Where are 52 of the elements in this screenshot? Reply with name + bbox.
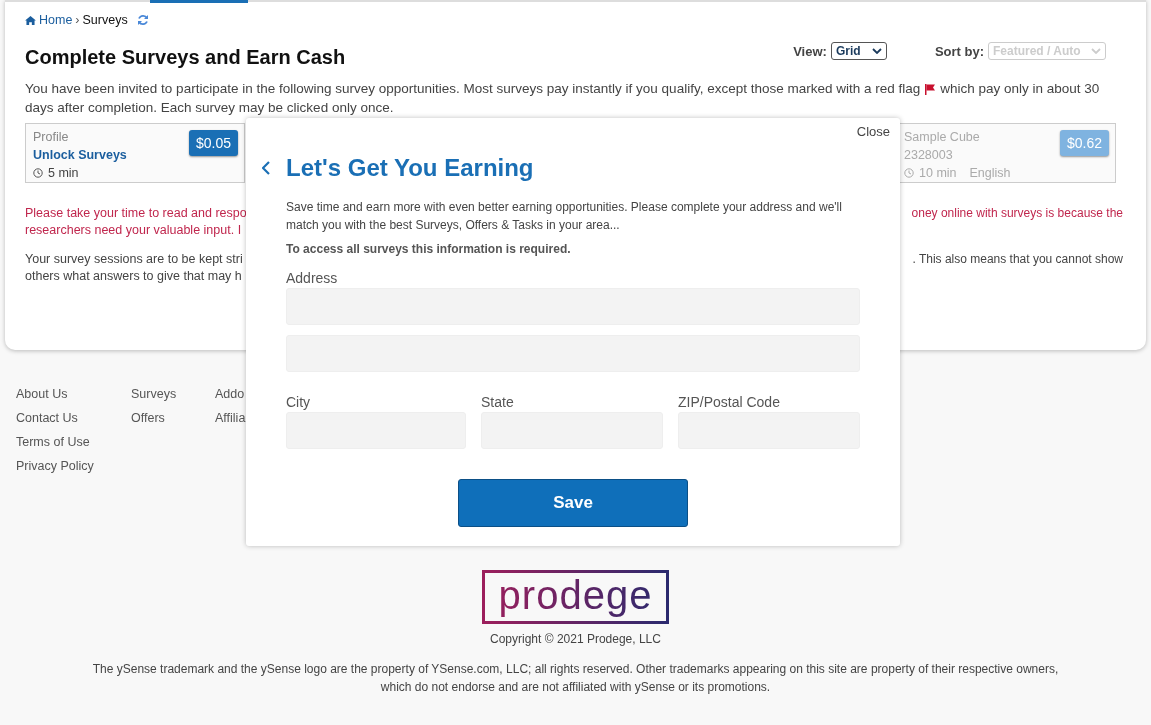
notice-text: others what answers to give that may h <box>25 268 243 285</box>
notice-text: researchers need your valuable input. I <box>25 222 243 239</box>
sort-label: Sort by: <box>934 43 984 59</box>
save-button[interactable]: Save <box>458 479 688 527</box>
dialog-description: Save time and earn more with even better earning opportunities. Please complete your address and we'll match you with the best Surveys, Offers & Tasks in your area... <box>286 199 843 234</box>
back-icon[interactable] <box>262 161 270 175</box>
page-title: Complete Surveys and Earn Cash <box>25 46 346 69</box>
price-badge: $0.05 <box>188 130 238 156</box>
notice-text: oney online with surveys is because the <box>911 205 1123 222</box>
refresh-icon[interactable] <box>136 14 149 26</box>
field-label: Address <box>286 270 339 286</box>
survey-category: Sample Cube <box>904 130 981 144</box>
logo: prodege <box>481 570 670 624</box>
survey-duration: 10 min <box>919 166 957 180</box>
dialog-title: Let's Get You Earning <box>286 154 534 182</box>
notice-text: Please take your time to read and respo <box>25 205 247 222</box>
footer-link[interactable]: Surveys <box>131 386 215 403</box>
footer-link[interactable]: Contact Us <box>16 410 131 427</box>
field-label: State <box>481 394 515 410</box>
breadcrumb-link[interactable]: Home <box>39 13 73 27</box>
breadcrumb-separator: › <box>75 13 80 27</box>
trademark-text: The ySense trademark and the ySense logo are the property of YSense.com, LLC; all rights reserved. Other trademarks appearing on this site are property of their respective owners, which do not endorse and are not affiliated with ySense or its promotions. <box>91 661 1060 696</box>
required-note: To access all surveys this information is required. <box>286 242 572 256</box>
survey-title: Unlock Surveys <box>33 148 127 162</box>
flag-icon <box>924 82 937 95</box>
caret-icon <box>871 48 882 54</box>
survey-category: Profile <box>33 130 70 144</box>
clock-icon <box>904 168 914 178</box>
footer-link[interactable]: Terms of Use <box>16 434 131 451</box>
notice-text: . This also means that you cannot show <box>912 251 1123 268</box>
intro-text: which pay only in about 30 <box>940 80 1100 98</box>
intro-text: days after completion. Each survey may be clicked only once. <box>25 99 394 117</box>
view-label: View: <box>793 43 827 59</box>
clock-icon <box>33 168 43 178</box>
survey-card[interactable]: Profile Unlock Surveys 5 min $0.05 <box>25 123 245 183</box>
price-badge: $0.62 <box>1059 130 1109 156</box>
survey-language: English <box>969 166 1011 180</box>
breadcrumb-current: Surveys <box>82 13 128 27</box>
survey-duration: 5 min <box>48 166 79 180</box>
intro-text: You have been invited to participate in the following survey opportunities. Most surveys pay instantly if you qualify, except those marked with a red flag <box>25 80 921 98</box>
home-icon <box>25 15 36 25</box>
close-link[interactable]: Close <box>856 124 890 138</box>
caret-icon <box>1091 48 1101 54</box>
notice-text: Your survey sessions are to be kept stri <box>25 251 243 268</box>
view-select[interactable]: Grid <box>830 42 887 60</box>
footer-link[interactable]: About Us <box>16 386 131 403</box>
field-label: ZIP/Postal Code <box>678 394 781 410</box>
footer-link[interactable]: Offers <box>131 410 215 427</box>
field-label: City <box>286 394 312 410</box>
footer-link[interactable]: Privacy Policy <box>16 458 131 475</box>
survey-title: 2328003 <box>904 148 954 162</box>
copyright-text: Copyright © 2021 Prodege, LLC <box>490 632 661 646</box>
